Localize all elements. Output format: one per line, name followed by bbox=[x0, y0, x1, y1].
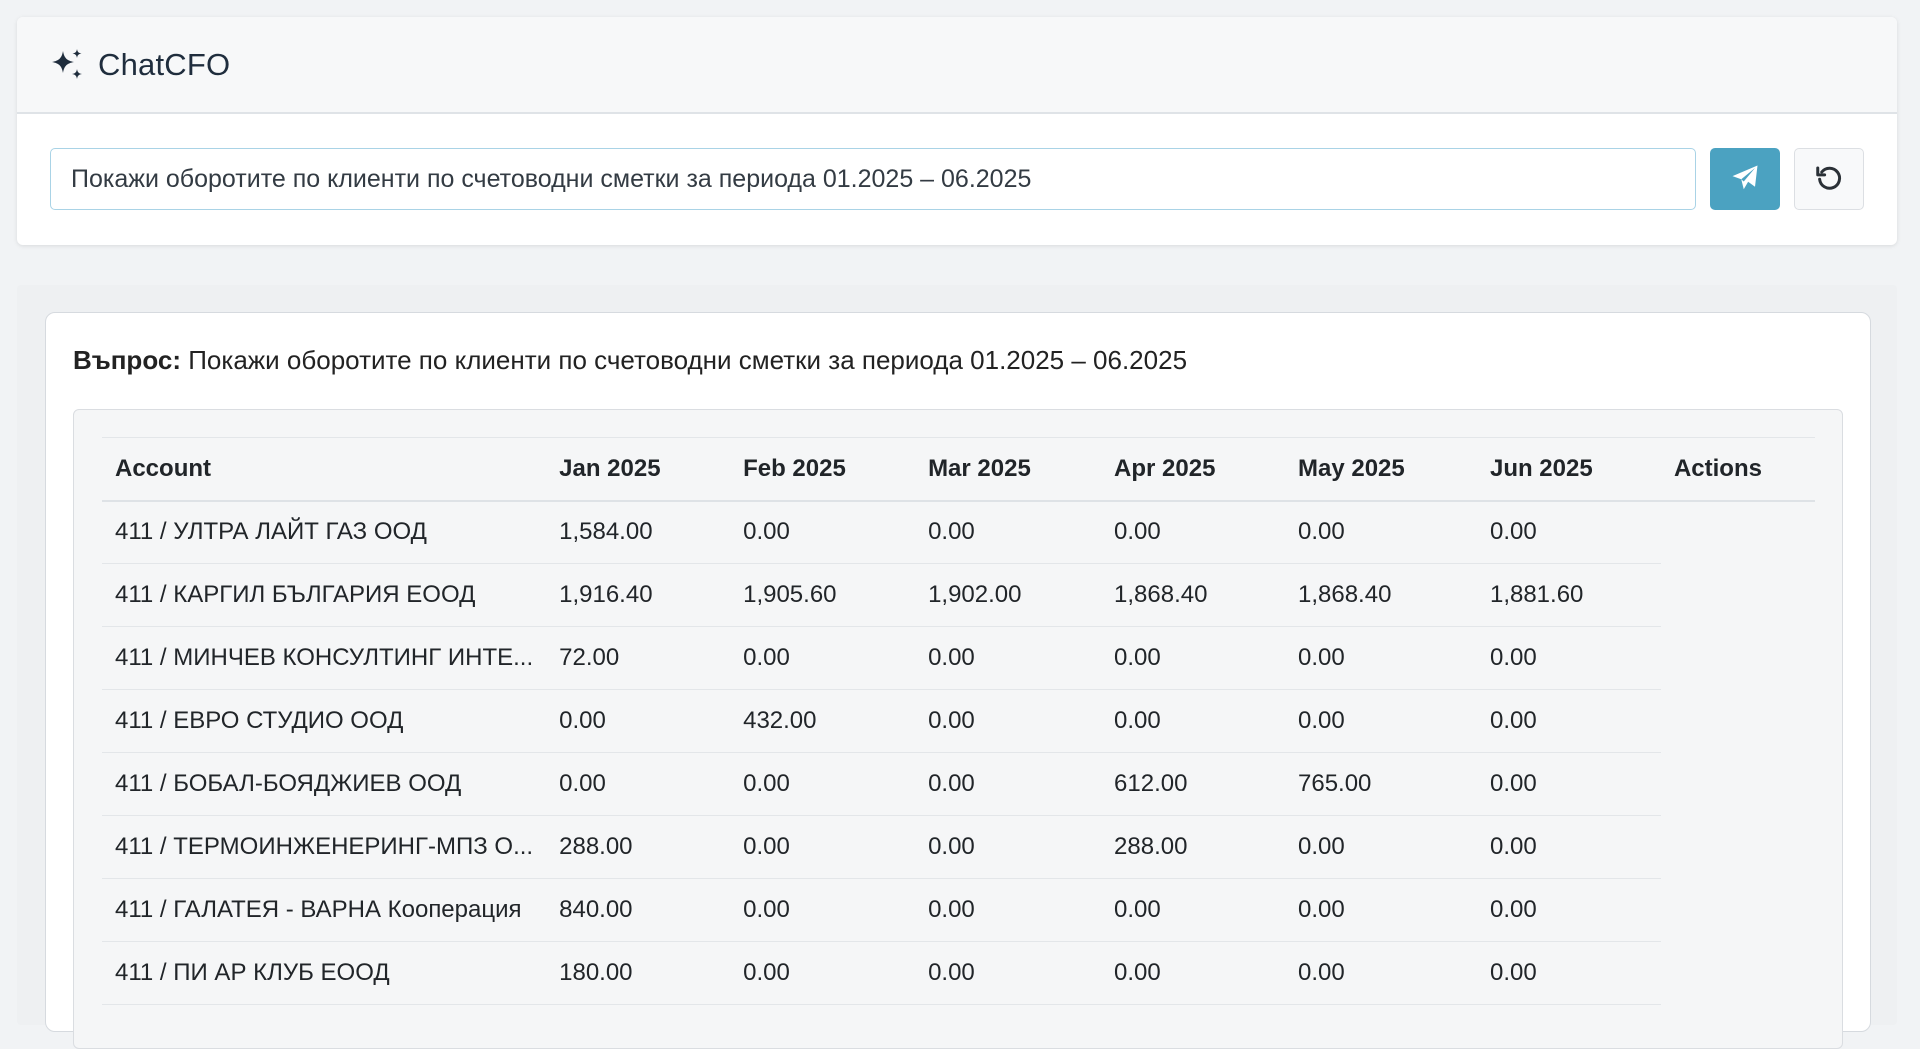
answer-card: Въпрос: Покажи оборотите по клиенти по с… bbox=[45, 312, 1871, 1049]
mar-cell: 0.00 bbox=[915, 752, 1102, 816]
jun-cell: 1,881.60 bbox=[1476, 563, 1661, 627]
app-header: ChatCFO bbox=[17, 17, 1897, 114]
results-table-container: Account Jan 2025 Feb 2025 Mar 2025 Apr 2… bbox=[73, 409, 1843, 1049]
feb-cell: 0.00 bbox=[730, 500, 916, 564]
rotate-left-icon bbox=[1814, 163, 1844, 196]
account-cell: 411 / КАРГИЛ БЪЛГАРИЯ ЕООД bbox=[102, 563, 547, 627]
may-cell: 0.00 bbox=[1285, 689, 1477, 753]
apr-cell: 0.00 bbox=[1101, 878, 1285, 942]
query-row bbox=[50, 148, 1864, 210]
apr-cell: 288.00 bbox=[1101, 815, 1285, 879]
jun-cell: 0.00 bbox=[1476, 752, 1661, 816]
account-cell: 411 / ПИ АР КЛУБ ЕООД bbox=[102, 941, 547, 1005]
actions-cell bbox=[1661, 627, 1815, 690]
table-row: 411 / ПИ АР КЛУБ ЕООД 180.00 0.00 0.00 0.00 0… bbox=[102, 941, 1815, 1005]
jan-cell: 0.00 bbox=[546, 689, 731, 753]
jan-cell: 1,916.40 bbox=[546, 563, 731, 627]
account-cell: 411 / БОБАЛ-БОЯДЖИЕВ ООД bbox=[102, 752, 547, 816]
may-cell: 0.00 bbox=[1285, 626, 1477, 690]
apr-cell: 1,868.40 bbox=[1101, 563, 1285, 627]
jan-cell: 180.00 bbox=[546, 941, 731, 1005]
may-cell: 0.00 bbox=[1285, 941, 1477, 1005]
column-header-jun: Jun 2025 bbox=[1476, 437, 1661, 502]
query-panel: ChatCFO bbox=[17, 17, 1897, 245]
jun-cell: 0.00 bbox=[1476, 689, 1661, 753]
jun-cell: 0.00 bbox=[1476, 878, 1661, 942]
account-cell: 411 / УЛТРА ЛАЙТ ГАЗ ООД bbox=[102, 500, 547, 564]
feb-cell: 0.00 bbox=[730, 626, 916, 690]
actions-cell bbox=[1661, 816, 1815, 879]
feb-cell: 0.00 bbox=[730, 752, 916, 816]
jan-cell: 288.00 bbox=[546, 815, 731, 879]
actions-cell bbox=[1661, 753, 1815, 816]
mar-cell: 0.00 bbox=[915, 941, 1102, 1005]
mar-cell: 0.00 bbox=[915, 689, 1102, 753]
table-row: 411 / МИНЧЕВ КОНСУЛТИНГ ИНТЕ... 72.00 0.00… bbox=[102, 626, 1815, 690]
actions-cell bbox=[1661, 942, 1815, 1005]
mar-cell: 0.00 bbox=[915, 500, 1102, 564]
mar-cell: 1,902.00 bbox=[915, 563, 1102, 627]
table-row: 411 / УЛТРА ЛАЙТ ГАЗ ООД 1,584.00 0.00 0.00… bbox=[102, 500, 1815, 564]
table-row: 411 / ТЕРМОИНЖЕНЕРИНГ-МПЗ О... 288.00 0.00… bbox=[102, 815, 1815, 879]
results-table: Account Jan 2025 Feb 2025 Mar 2025 Apr 2… bbox=[102, 437, 1815, 1005]
jan-cell: 0.00 bbox=[546, 752, 731, 816]
account-cell: 411 / ЕВРО СТУДИО ООД bbox=[102, 689, 547, 753]
apr-cell: 612.00 bbox=[1101, 752, 1285, 816]
actions-cell bbox=[1661, 501, 1815, 564]
jun-cell: 0.00 bbox=[1476, 815, 1661, 879]
actions-cell bbox=[1661, 690, 1815, 753]
column-header-jan: Jan 2025 bbox=[546, 437, 731, 502]
column-header-feb: Feb 2025 bbox=[730, 437, 916, 502]
query-input[interactable] bbox=[50, 148, 1697, 210]
results-area: Въпрос: Покажи оборотите по клиенти по с… bbox=[17, 285, 1897, 1049]
actions-cell bbox=[1661, 564, 1815, 627]
column-header-may: May 2025 bbox=[1285, 437, 1477, 502]
jun-cell: 0.00 bbox=[1476, 626, 1661, 690]
feb-cell: 432.00 bbox=[730, 689, 916, 753]
column-header-account: Account bbox=[102, 437, 547, 502]
apr-cell: 0.00 bbox=[1101, 626, 1285, 690]
account-cell: 411 / МИНЧЕВ КОНСУЛТИНГ ИНТЕ... bbox=[102, 626, 547, 690]
mar-cell: 0.00 bbox=[915, 626, 1102, 690]
may-cell: 765.00 bbox=[1285, 752, 1477, 816]
account-cell: 411 / ТЕРМОИНЖЕНЕРИНГ-МПЗ О... bbox=[102, 815, 547, 879]
feb-cell: 1,905.60 bbox=[730, 563, 916, 627]
apr-cell: 0.00 bbox=[1101, 689, 1285, 753]
table-body: 411 / УЛТРА ЛАЙТ ГАЗ ООД 1,584.00 0.00 0.00… bbox=[102, 500, 1815, 1005]
question-label: Въпрос: bbox=[73, 345, 181, 375]
may-cell: 1,868.40 bbox=[1285, 563, 1477, 627]
table-header-row: Account Jan 2025 Feb 2025 Mar 2025 Apr 2… bbox=[102, 437, 1815, 502]
jan-cell: 72.00 bbox=[546, 626, 731, 690]
may-cell: 0.00 bbox=[1285, 815, 1477, 879]
apr-cell: 0.00 bbox=[1101, 941, 1285, 1005]
reset-button[interactable] bbox=[1794, 148, 1864, 210]
account-cell: 411 / ГАЛАТЕЯ - ВАРНА Кооперация bbox=[102, 878, 547, 942]
apr-cell: 0.00 bbox=[1101, 500, 1285, 564]
feb-cell: 0.00 bbox=[730, 878, 916, 942]
mar-cell: 0.00 bbox=[915, 815, 1102, 879]
feb-cell: 0.00 bbox=[730, 941, 916, 1005]
paper-plane-icon bbox=[1730, 163, 1760, 196]
table-row: 411 / ЕВРО СТУДИО ООД 0.00 432.00 0.00 0.00 0… bbox=[102, 689, 1815, 753]
jun-cell: 0.00 bbox=[1476, 500, 1661, 564]
may-cell: 0.00 bbox=[1285, 500, 1477, 564]
jan-cell: 1,584.00 bbox=[546, 500, 731, 564]
app-title: ChatCFO bbox=[98, 46, 231, 82]
table-row: 411 / БОБАЛ-БОЯДЖИЕВ ООД 0.00 0.00 0.00 612.… bbox=[102, 752, 1815, 816]
jun-cell: 0.00 bbox=[1476, 941, 1661, 1005]
mar-cell: 0.00 bbox=[915, 878, 1102, 942]
table-row: 411 / ГАЛАТЕЯ - ВАРНА Кооперация 840.00 0.… bbox=[102, 878, 1815, 942]
question-text: Покажи оборотите по клиенти по счетоводн… bbox=[188, 345, 1188, 375]
may-cell: 0.00 bbox=[1285, 878, 1477, 942]
send-button[interactable] bbox=[1710, 148, 1781, 210]
column-header-apr: Apr 2025 bbox=[1101, 437, 1285, 502]
question-line: Въпрос: Покажи оборотите по клиенти по с… bbox=[73, 345, 1187, 376]
feb-cell: 0.00 bbox=[730, 815, 916, 879]
actions-cell bbox=[1661, 879, 1815, 942]
sparkles-icon bbox=[49, 47, 85, 83]
column-header-mar: Mar 2025 bbox=[915, 437, 1102, 502]
table-row: 411 / КАРГИЛ БЪЛГАРИЯ ЕООД 1,916.40 1,905.… bbox=[102, 563, 1815, 627]
jan-cell: 840.00 bbox=[546, 878, 731, 942]
column-header-actions: Actions bbox=[1660, 437, 1815, 502]
